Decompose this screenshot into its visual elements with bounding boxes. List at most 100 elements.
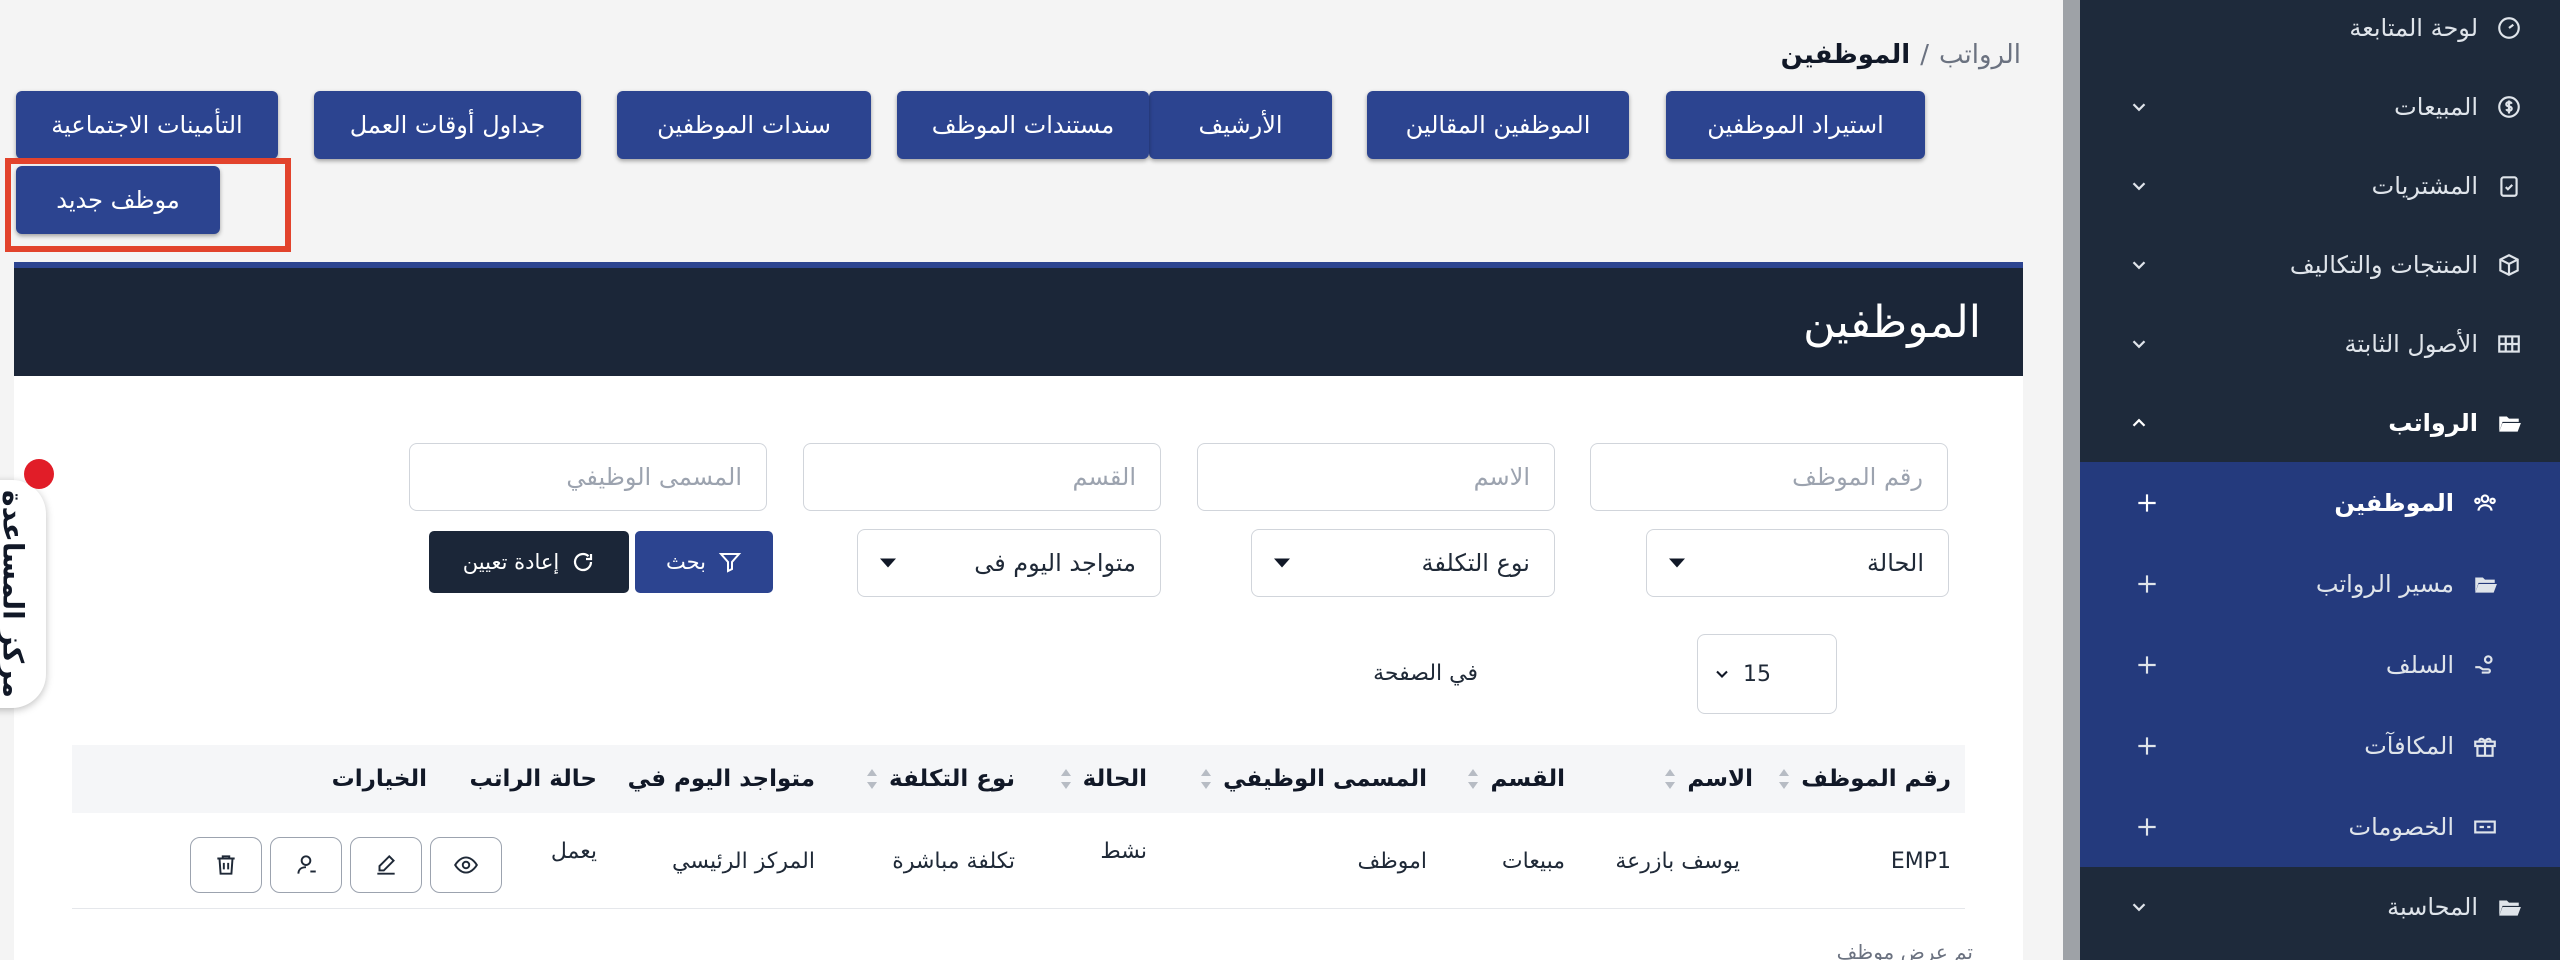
column-header-job-title[interactable]: المسمى الوظيفي (1199, 745, 1427, 813)
chevron-down-icon (2132, 181, 2146, 190)
sidebar-item-label: الخصومات (2348, 812, 2454, 841)
cost-type-select[interactable]: نوع التكلفة (1251, 529, 1555, 597)
sidebar-item-dashboard[interactable]: لوحة المتابعة (2080, 0, 2560, 67)
column-header-name[interactable]: الاسم (1663, 745, 1753, 813)
reset-button[interactable]: إعادة تعيين (429, 531, 629, 593)
sidebar-item-payroll[interactable]: الرواتب (2080, 383, 2560, 462)
sidebar-item-fixed-assets[interactable]: الأصول الثابتة (2080, 304, 2560, 383)
sidebar-item-purchases[interactable]: المشتريات (2080, 146, 2560, 225)
gift-icon (2470, 731, 2500, 761)
sidebar-item-label: الرواتب (2388, 408, 2478, 437)
per-page-select[interactable]: 15 (1697, 634, 1837, 714)
present-today-select[interactable]: متواجد اليوم فى (857, 529, 1161, 597)
delete-button[interactable] (190, 837, 262, 893)
work-schedules-button[interactable]: جداول أوقات العمل (314, 91, 581, 159)
name-input[interactable]: الاسم (1197, 443, 1555, 511)
highlight-box (5, 158, 291, 252)
table-header: رقم الموظف الاسم القسم المسمى الوظيفي ال… (72, 745, 1965, 813)
column-header-department[interactable]: القسم (1466, 745, 1565, 813)
dismissed-employees-button[interactable]: الموظفين المقالين (1367, 91, 1629, 159)
sort-icon (1665, 769, 1676, 789)
column-header-label: متواجد اليوم في (627, 766, 815, 792)
column-header-cost-type[interactable]: نوع التكلفة (865, 745, 1015, 813)
search-button[interactable]: بحث (635, 531, 773, 593)
pencil-icon (377, 854, 395, 875)
employee-number-input[interactable]: رقم الموظف (1590, 443, 1948, 511)
sidebar: لوحة المتابعة المبيعات المشتريات المنتجا… (2080, 0, 2560, 960)
sidebar-item-advances[interactable]: السلف (2080, 624, 2560, 705)
filter-icon (718, 553, 742, 573)
sidebar-item-label: المنتجات والتكاليف (2289, 250, 2478, 279)
employee-vouchers-button[interactable]: سندات الموظفين (617, 91, 871, 159)
caret-down-icon (1669, 558, 1685, 568)
breadcrumb-separator: / (1920, 40, 1929, 70)
reset-button-label: إعادة تعيين (462, 550, 560, 574)
sidebar-item-payroll-run[interactable]: مسير الرواتب (2080, 543, 2560, 624)
sidebar-item-label: المكافآت (2364, 731, 2454, 760)
plus-icon[interactable] (2134, 571, 2160, 597)
chevron-down-icon (1716, 670, 1728, 678)
per-page-label: في الصفحة (1373, 661, 1478, 686)
folder-open-icon (2494, 408, 2524, 438)
department-input[interactable]: القسم (803, 443, 1161, 511)
sidebar-item-label: المحاسبة (2387, 892, 2478, 921)
sidebar-item-label: الموظفين (2334, 488, 2454, 517)
column-header-employee-no[interactable]: رقم الموظف (1777, 745, 1951, 813)
panel-title: الموظفين (1803, 296, 1981, 348)
per-page-value: 15 (1743, 661, 1771, 687)
hand-coins-icon (2470, 650, 2500, 680)
column-header-status[interactable]: الحالة (1059, 745, 1147, 813)
cell-department: مبيعات (1501, 848, 1565, 874)
plus-icon[interactable] (2134, 652, 2160, 678)
table-row: EMP1 يوسف بازرعة مبيعات اموظف نشط تكلفة … (72, 813, 1965, 909)
cell-status: نشط (1100, 838, 1147, 864)
folder-open-icon (2494, 892, 2524, 922)
sidebar-item-label: لوحة المتابعة (2349, 13, 2478, 42)
sidebar-item-label: الأصول الثابتة (2344, 329, 2478, 358)
caret-down-icon (1274, 558, 1290, 568)
sidebar-item-label: مسير الرواتب (2315, 569, 2454, 598)
column-header-label: المسمى الوظيفي (1223, 766, 1427, 792)
cell-employee-no: EMP1 (1890, 848, 1951, 874)
user-icon (297, 855, 316, 874)
edit-button[interactable] (350, 837, 422, 893)
column-header-options: الخيارات (332, 745, 427, 813)
sort-icon (1468, 769, 1479, 789)
sidebar-item-sales[interactable]: المبيعات (2080, 67, 2560, 146)
user-account-button[interactable] (270, 837, 342, 893)
sidebar-divider (2063, 0, 2080, 960)
column-header-label: الخيارات (331, 766, 427, 792)
sort-icon (1201, 769, 1212, 789)
breadcrumb-current: الموظفين (1780, 40, 1911, 70)
column-header-label: حالة الراتب (469, 766, 598, 792)
sort-icon (1060, 769, 1071, 789)
plus-icon[interactable] (2134, 733, 2160, 759)
status-select[interactable]: الحالة (1646, 529, 1949, 597)
sidebar-item-label: المبيعات (2394, 92, 2478, 121)
archive-button[interactable]: الأرشيف (1149, 91, 1332, 159)
breadcrumb: الرواتب / الموظفين (1781, 40, 2021, 70)
employees-table: رقم الموظف الاسم القسم المسمى الوظيفي ال… (72, 745, 1965, 909)
employee-documents-button[interactable]: مستندات الموظف (897, 91, 1149, 159)
view-button[interactable] (430, 837, 502, 893)
sidebar-item-accounting[interactable]: المحاسبة (2080, 867, 2560, 946)
import-employees-button[interactable]: استيراد الموظفين (1666, 91, 1925, 159)
help-center-tab[interactable]: مركز المساعدة (0, 480, 46, 708)
sidebar-item-employees[interactable]: الموظفين (2080, 462, 2560, 543)
dollar-icon (2494, 92, 2524, 122)
cell-job-title: اموظف (1357, 848, 1427, 874)
sidebar-item-products-costs[interactable]: المنتجات والتكاليف (2080, 225, 2560, 304)
sidebar-item-bonuses[interactable]: المكافآت (2080, 705, 2560, 786)
chevron-up-icon (2132, 418, 2146, 427)
breadcrumb-parent[interactable]: الرواتب (1939, 40, 2021, 70)
social-insurance-button[interactable]: التأمينات الاجتماعية (16, 91, 278, 159)
present-today-select-value: متواجد اليوم فى (974, 549, 1136, 577)
job-title-input[interactable]: المسمى الوظيفي (409, 443, 767, 511)
dashboard-icon (2494, 13, 2524, 43)
plus-icon[interactable] (2134, 490, 2160, 516)
sort-icon (867, 769, 878, 789)
plus-icon[interactable] (2134, 814, 2160, 840)
sidebar-item-deductions[interactable]: الخصومات (2080, 786, 2560, 867)
column-header-label: رقم الموظف (1801, 766, 1951, 792)
table-footer-note: تم عرض موظف (1836, 940, 1973, 960)
